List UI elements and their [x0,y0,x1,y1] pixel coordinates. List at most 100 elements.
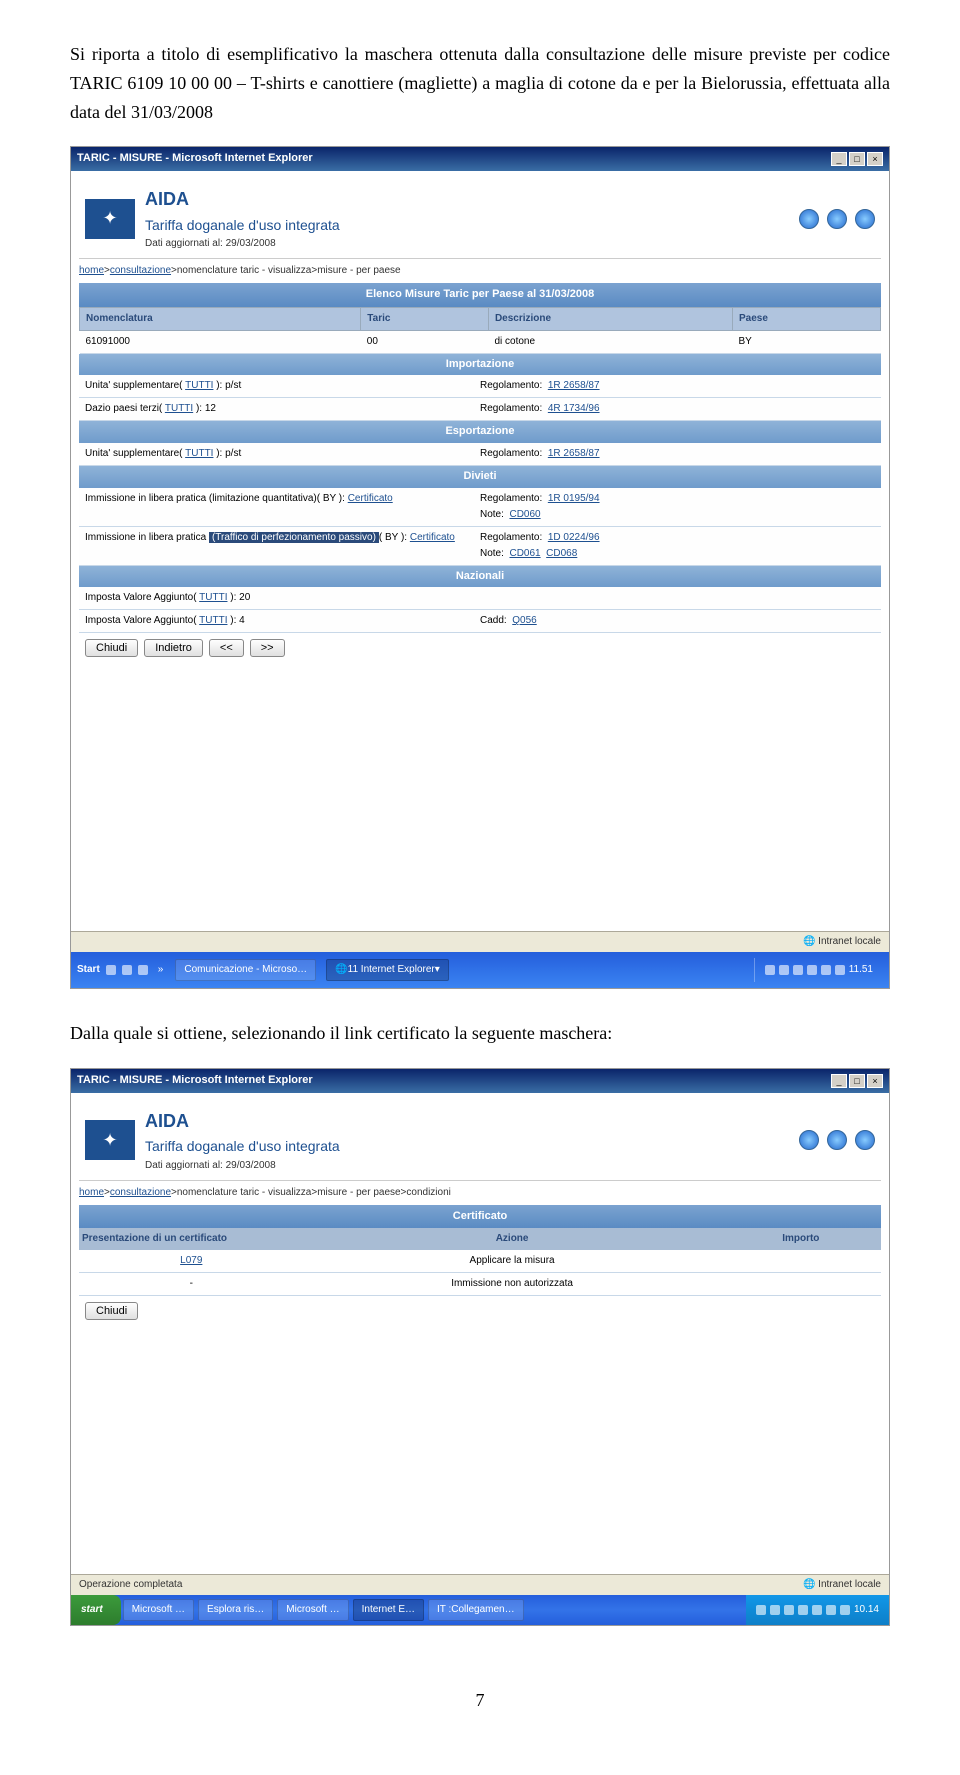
tray-icon[interactable] [812,1605,822,1615]
indietro-button[interactable]: Indietro [144,639,203,657]
link-tutti[interactable]: TUTTI [185,448,213,459]
close-icon[interactable]: × [867,152,883,166]
header-btn-1-icon[interactable] [799,209,819,229]
link-tutti[interactable]: TUTTI [165,403,193,414]
list-item: Dazio paesi terzi( TUTTI ): 12 Regolamen… [79,398,881,421]
col-importo: Importo [721,1228,881,1250]
status-left: Operazione completata [79,1577,182,1593]
app-title: AIDA [145,1107,340,1136]
importazione-header: Importazione [79,354,881,376]
link-regolamento[interactable]: 1R 0195/94 [548,493,600,504]
link-certificato[interactable]: Certificato [410,532,455,543]
link-regolamento[interactable]: 1R 2658/87 [548,380,600,391]
maximize-icon[interactable]: □ [849,152,865,166]
header-btn-3-icon[interactable] [855,209,875,229]
close-icon[interactable]: × [867,1074,883,1088]
tray-icon[interactable] [826,1605,836,1615]
divieti-header: Divieti [79,466,881,488]
list-title-bar: Elenco Misure Taric per Paese al 31/03/2… [79,283,881,307]
link-tutti[interactable]: TUTTI [185,380,213,391]
ie-icon: 🌐 [335,962,347,978]
quicklaunch-icon[interactable] [122,965,132,975]
link-tutti[interactable]: TUTTI [199,592,227,603]
taskbar-item[interactable]: Microsoft … [123,1599,194,1621]
esportazione-header: Esportazione [79,421,881,443]
start-button[interactable]: Start [77,962,100,978]
taskbar-item[interactable]: Comunicazione - Microso… [175,959,316,981]
tray-icon[interactable] [784,1605,794,1615]
list-item: Imposta Valore Aggiunto( TUTTI ): 20 [79,587,881,610]
taskbar-item[interactable]: Esplora ris… [198,1599,273,1621]
cell-paese: BY [733,330,881,353]
window-title: TARIC - MISURE - Microsoft Internet Expl… [77,150,313,168]
breadcrumb-home[interactable]: home [79,1187,104,1198]
quicklaunch-icon[interactable] [138,965,148,975]
link-certificato[interactable]: Certificato [348,493,393,504]
header-btn-1-icon[interactable] [799,1130,819,1150]
next-button[interactable]: >> [250,639,285,657]
link-tutti[interactable]: TUTTI [199,615,227,626]
quicklaunch-icon[interactable] [106,965,116,975]
breadcrumb-tail: >nomenclature taric - visualizza>misure … [171,1187,451,1198]
list-item: Imposta Valore Aggiunto( TUTTI ): 4 Cadd… [79,610,881,633]
title-bar-2: TARIC - MISURE - Microsoft Internet Expl… [71,1069,889,1093]
window-title: TARIC - MISURE - Microsoft Internet Expl… [77,1072,313,1090]
nomenclature-table: Nomenclatura Taric Descrizione Paese 610… [79,307,881,354]
header-btn-3-icon[interactable] [855,1130,875,1150]
link-note[interactable]: CD068 [546,548,577,559]
cell-nom: 61091000 [80,330,361,353]
header-btn-2-icon[interactable] [827,209,847,229]
link-note[interactable]: CD061 [509,548,540,559]
tray-icon[interactable] [840,1605,850,1615]
link-regolamento[interactable]: 4R 1734/96 [548,403,600,414]
table-row: 61091000 00 di cotone BY [80,330,881,353]
taskbar: Start » Comunicazione - Microso… 🌐 11 In… [71,952,889,988]
link-l079[interactable]: L079 [180,1255,202,1266]
intro-paragraph: Si riporta a titolo di esemplificativo l… [70,40,890,126]
status-bar: Operazione completata 🌐 Intranet locale [71,1574,889,1595]
link-cadd[interactable]: Q056 [512,615,536,626]
agency-logo-icon: ✦ [85,199,135,239]
app-subtitle: Tariffa doganale d'uso integrata [145,1135,340,1157]
data-update-label: Dati aggiornati al: 29/03/2008 [145,1158,340,1174]
taskbar-item-active[interactable]: 🌐 11 Internet Explorer ▾ [326,959,449,981]
minimize-icon[interactable]: _ [831,1074,847,1088]
tray-icon[interactable] [821,965,831,975]
cell-importo [721,1273,881,1296]
cell-azione: Immissione non autorizzata [304,1273,721,1296]
chiudi-button[interactable]: Chiudi [85,1302,138,1320]
col-presentazione: Presentazione di un certificato [79,1228,304,1250]
tray-icon[interactable] [793,965,803,975]
tray-icon[interactable] [798,1605,808,1615]
table-row: L079 Applicare la misura [79,1250,881,1273]
link-regolamento[interactable]: 1R 2658/87 [548,448,600,459]
taskbar-item[interactable]: Microsoft … [277,1599,348,1621]
start-button[interactable]: start [71,1595,121,1625]
list-item: Immissione in libera pratica (limitazion… [79,488,881,527]
table-row: - Immissione non autorizzata [79,1273,881,1296]
tray-icon[interactable] [770,1605,780,1615]
taskbar-xp: start Microsoft … Esplora ris… Microsoft… [71,1595,889,1625]
tray-icon[interactable] [835,965,845,975]
tray-icon[interactable] [779,965,789,975]
breadcrumb-consultazione[interactable]: consultazione [110,1187,171,1198]
system-tray: 11.51 [754,958,883,982]
list-item: Unita' supplementare( TUTTI ): p/st Rego… [79,375,881,398]
col-nomenclatura: Nomenclatura [80,307,361,330]
header-btn-2-icon[interactable] [827,1130,847,1150]
tray-icon[interactable] [807,965,817,975]
taskbar-item-active[interactable]: Internet E… [353,1599,424,1621]
breadcrumb-consultazione[interactable]: consultazione [110,265,171,276]
maximize-icon[interactable]: □ [849,1074,865,1088]
taskbar-item[interactable]: IT : Collegamen… [428,1599,524,1621]
breadcrumb-home[interactable]: home [79,265,104,276]
chiudi-button[interactable]: Chiudi [85,639,138,657]
tray-icon[interactable] [756,1605,766,1615]
nazionali-header: Nazionali [79,566,881,588]
link-regolamento[interactable]: 1D 0224/96 [548,532,600,543]
prev-button[interactable]: << [209,639,244,657]
minimize-icon[interactable]: _ [831,152,847,166]
link-note[interactable]: CD060 [509,509,540,520]
cell-desc: di cotone [488,330,732,353]
tray-icon[interactable] [765,965,775,975]
